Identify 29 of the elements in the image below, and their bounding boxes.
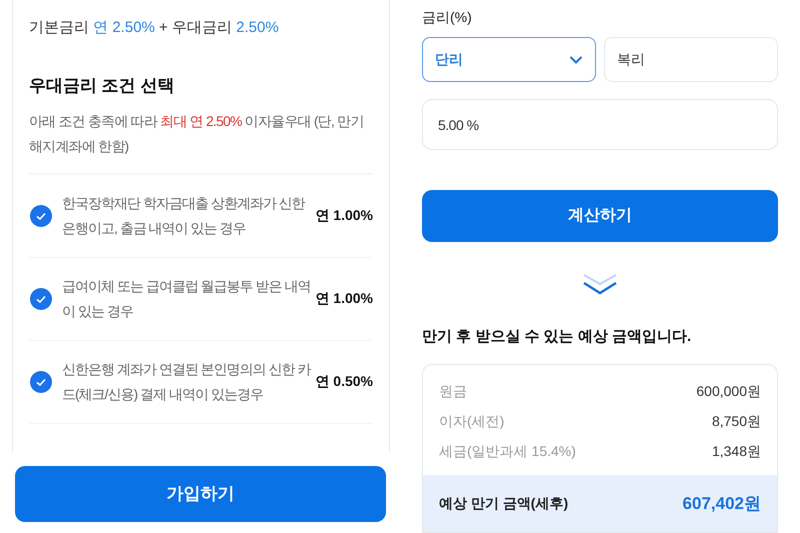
- result-label: 이자(세전): [439, 412, 504, 432]
- rate-label: 금리(%): [422, 8, 473, 27]
- chevron-down-icon: [581, 272, 619, 296]
- interest-type-option[interactable]: 단리: [422, 37, 596, 82]
- interest-type-option[interactable]: 복리: [604, 37, 778, 82]
- checkbox[interactable]: [30, 288, 52, 310]
- checkbox[interactable]: [30, 370, 52, 392]
- condition-rate: 연 0.50%: [315, 372, 373, 391]
- result-value: 1,348원: [712, 442, 761, 462]
- result-value: 600,000원: [696, 382, 761, 402]
- condition-text: 신한은행 계좌가 연결된 본인명의의 신한 카드(체크/신용) 결제 내역이 있는경우: [62, 360, 312, 404]
- condition-rate: 연 1.00%: [315, 206, 373, 225]
- result-title: 만기 후 받으실 수 있는 예상 금액입니다.: [422, 326, 692, 347]
- check-icon: [569, 54, 583, 64]
- description: 아래 조건 충족에 따라 최대 연 2.50% 이자율우대 (단, 만기 해지계좌에 한함): [29, 112, 364, 156]
- section-title: 우대금리 조건 선택: [29, 75, 176, 97]
- rate-summary: 기본금리 연 2.50% + 우대금리 2.50%: [29, 18, 280, 38]
- checkbox[interactable]: [30, 204, 52, 226]
- condition-rate: 연 1.00%: [315, 289, 373, 308]
- result-value: 8,750원: [712, 412, 761, 432]
- calculate-button[interactable]: 계산하기: [422, 190, 778, 242]
- result-label: 원금: [439, 382, 467, 402]
- condition-text: 급여이체 또는 급여클럽 월급봉투 받은 내역이 있는 경우: [62, 276, 312, 320]
- join-button[interactable]: 가입하기: [15, 466, 386, 522]
- rate-input[interactable]: 5.00 %: [422, 99, 778, 150]
- total-label: 예상 만기 금액(세후): [439, 494, 568, 514]
- result-label: 세금(일반과세 15.4%): [439, 442, 576, 462]
- condition-text: 한국장학재단 학자금대출 상환계좌가 신한 은행이고, 출금 내역이 있는 경우: [62, 194, 306, 238]
- total-value: 607,402원: [682, 492, 761, 515]
